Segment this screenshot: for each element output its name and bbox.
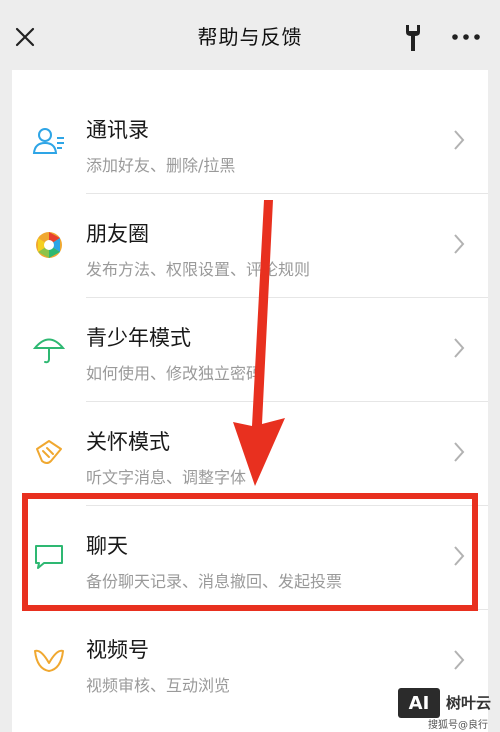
top-bar: 帮助与反馈 [0, 0, 500, 70]
highlight-box [22, 493, 478, 611]
close-icon [15, 27, 35, 47]
chevron-right-icon [454, 650, 465, 670]
item-description: 视频审核、互动浏览 [86, 676, 231, 695]
watermark-brand: 树叶云 [446, 694, 492, 712]
item-title: 通讯录 [86, 118, 149, 142]
item-description: 听文字消息、调整字体 [86, 468, 247, 487]
tool-button[interactable] [398, 20, 428, 56]
list-item-moments[interactable]: 朋友圈 发布方法、权限设置、评论规则 [12, 194, 488, 298]
chevron-right-icon [454, 442, 465, 462]
page-title: 帮助与反馈 [197, 24, 303, 49]
item-title: 视频号 [86, 638, 149, 662]
item-description: 添加好友、删除/拉黑 [86, 156, 236, 175]
watermark: AI 树叶云 搜狐号@良行 [398, 686, 498, 731]
item-title: 朋友圈 [86, 222, 149, 246]
chevron-right-icon [454, 234, 465, 254]
chevron-right-icon [454, 338, 465, 358]
chevron-right-icon [454, 130, 465, 150]
contacts-icon [32, 124, 66, 158]
item-title: 关怀模式 [86, 430, 170, 454]
list-item-care-mode[interactable]: 关怀模式 听文字消息、调整字体 [12, 402, 488, 506]
watermark-source: 搜狐号@良行 [428, 720, 488, 731]
close-button[interactable] [8, 20, 42, 54]
watermark-logo: AI [398, 688, 440, 718]
umbrella-icon [32, 332, 66, 366]
item-description: 发布方法、权限设置、评论规则 [86, 260, 311, 279]
list-item-teen-mode[interactable]: 青少年模式 如何使用、修改独立密码 [12, 298, 488, 402]
more-icon [452, 34, 480, 40]
wrench-icon [406, 25, 420, 51]
list-item-contacts[interactable]: 通讯录 添加好友、删除/拉黑 [12, 90, 488, 194]
help-topic-list: 通讯录 添加好友、删除/拉黑 朋友圈 发布方法、权限设置、评论规则 青少年模式 … [12, 70, 488, 732]
item-description: 如何使用、修改独立密码 [86, 364, 263, 383]
moments-icon [32, 228, 66, 262]
care-hand-icon [32, 436, 66, 470]
channels-icon [32, 644, 66, 678]
item-title: 青少年模式 [86, 326, 191, 350]
more-button[interactable] [446, 22, 486, 52]
